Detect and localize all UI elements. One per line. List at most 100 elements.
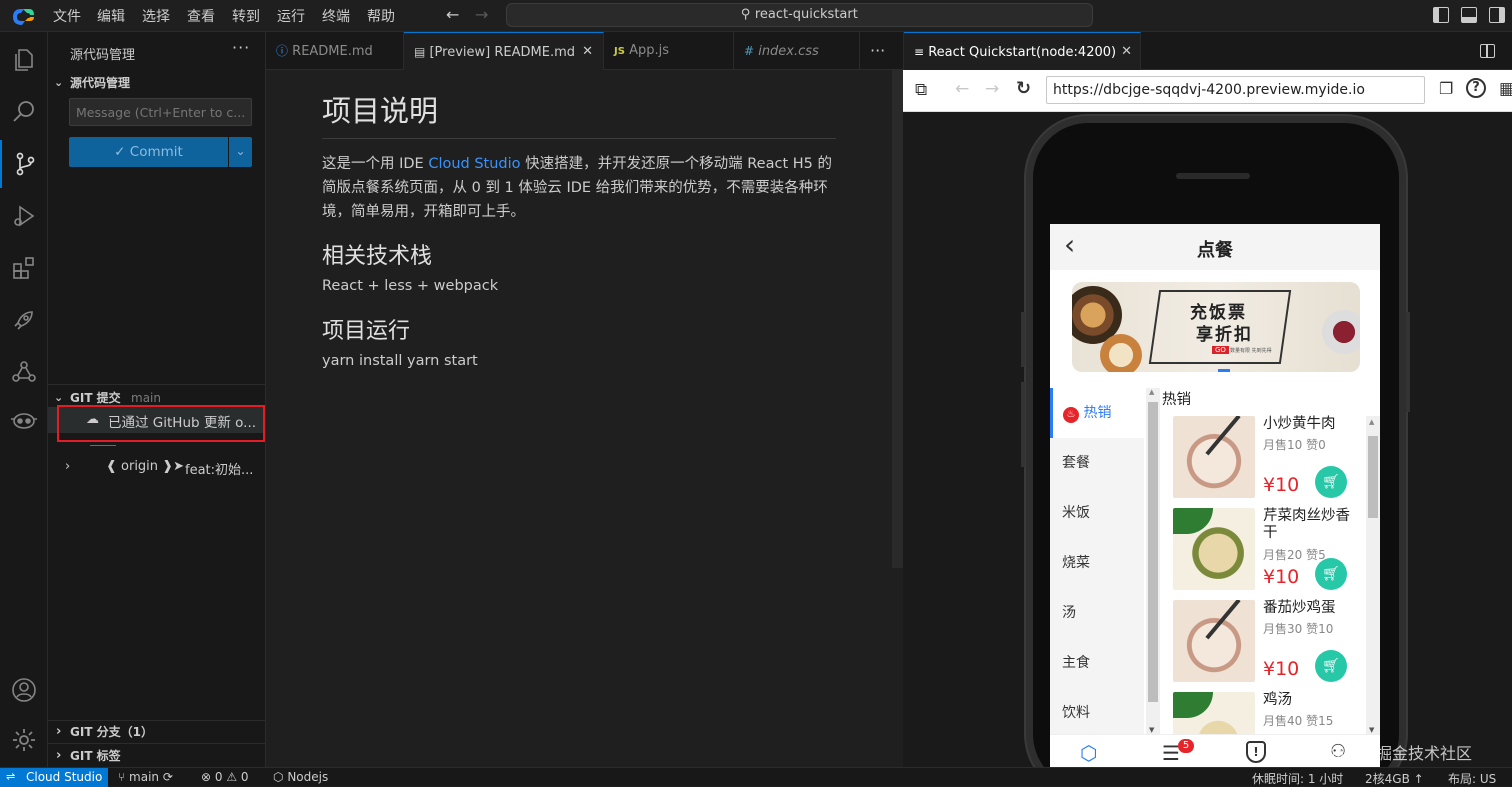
- extensions-icon[interactable]: [0, 244, 48, 292]
- more-tabs-icon[interactable]: ···: [870, 41, 885, 60]
- category-label: 饮料: [1062, 705, 1090, 721]
- account-icon[interactable]: [0, 666, 48, 714]
- tab-readme-preview[interactable]: ▤ [Preview] README.md ✕: [404, 32, 604, 71]
- promo-banner[interactable]: 充饭票 享折扣 GO 数量有限 先到先得: [1072, 282, 1360, 372]
- explorer-icon[interactable]: [0, 36, 48, 84]
- git-tags-section-header[interactable]: › GIT 标签: [48, 745, 266, 767]
- category-item[interactable]: 米饭: [1050, 488, 1144, 538]
- food-item[interactable]: 芹菜肉丝炒香干 月售20 赞5 ¥10 🛒︎: [1173, 508, 1373, 600]
- menu-go[interactable]: 转到: [232, 6, 260, 26]
- commit-button-label: ✓ Commit: [114, 144, 183, 160]
- git-branches-section-header[interactable]: › GIT 分支（1）: [48, 721, 266, 743]
- editor-scrollbar[interactable]: [892, 70, 903, 568]
- keyboard-layout[interactable]: 布局: US: [1448, 770, 1496, 787]
- tab-label: index.css: [758, 44, 819, 59]
- category-item[interactable]: 烧菜: [1050, 538, 1144, 588]
- category-item[interactable]: 汤: [1050, 588, 1144, 638]
- split-editor-icon[interactable]: [1480, 44, 1495, 58]
- copy-icon[interactable]: ❐: [1439, 79, 1453, 98]
- forward-arrow-icon[interactable]: →: [475, 5, 488, 24]
- problems-indicator[interactable]: ⊗ 0 ⚠ 0: [201, 770, 249, 784]
- food-item[interactable]: 小炒黄牛肉 月售10 赞0 ¥10 🛒︎: [1173, 416, 1373, 508]
- help-icon[interactable]: ?: [1466, 78, 1486, 98]
- info-icon: ⓘ: [276, 44, 289, 58]
- back-arrow-icon[interactable]: ←: [955, 79, 969, 99]
- commit-button[interactable]: ✓ Commit: [69, 137, 228, 167]
- branch-indicator[interactable]: ⑂ main ⟳: [118, 770, 173, 784]
- command-center-label: react-quickstart: [754, 7, 858, 22]
- add-to-cart-button[interactable]: 🛒︎: [1315, 558, 1347, 590]
- close-icon[interactable]: ✕: [582, 33, 593, 71]
- tab-readme[interactable]: ⓘ README.md: [266, 32, 404, 70]
- category-item-hot[interactable]: ♨ 热销: [1050, 388, 1144, 438]
- food-name: 鸡汤: [1263, 692, 1292, 708]
- menu-edit[interactable]: 编辑: [97, 6, 125, 26]
- reload-icon[interactable]: ↻: [1016, 78, 1031, 99]
- category-scrollbar[interactable]: ▲ ▼: [1146, 388, 1160, 734]
- food-sales: 月售40 赞15: [1263, 714, 1334, 728]
- cart-badge: 5: [1178, 739, 1194, 753]
- menu-view[interactable]: 查看: [187, 6, 215, 26]
- category-item[interactable]: 饮料: [1050, 688, 1144, 738]
- food-item[interactable]: 鸡汤 月售40 赞15: [1173, 692, 1373, 734]
- menu-terminal[interactable]: 终端: [322, 6, 350, 26]
- commit-dropdown-button[interactable]: ⌄: [229, 137, 252, 167]
- food-sales: 月售30 赞10: [1263, 622, 1334, 636]
- md-link-cloud-studio[interactable]: Cloud Studio: [428, 156, 520, 172]
- home-cube-icon[interactable]: ⬡: [1080, 741, 1097, 765]
- food-scrollbar[interactable]: ▲ ▼: [1366, 416, 1380, 734]
- toggle-secondary-sidebar-icon[interactable]: [1489, 7, 1505, 23]
- machine-spec[interactable]: 2核4GB ↑: [1365, 770, 1424, 787]
- commit-message-input[interactable]: [69, 98, 252, 126]
- menu-file[interactable]: 文件: [53, 6, 81, 26]
- back-arrow-icon[interactable]: ←: [446, 5, 459, 24]
- copilot-icon[interactable]: [0, 396, 48, 444]
- md-text: 这是一个用 IDE: [322, 156, 429, 172]
- banner-dot-indicator[interactable]: [1218, 369, 1230, 372]
- settings-gear-icon[interactable]: [0, 716, 48, 764]
- category-label: 米饭: [1062, 505, 1090, 521]
- remote-indicator[interactable]: ⇌ Cloud Studio: [0, 768, 108, 787]
- food-item[interactable]: 番茄炒鸡蛋 月售30 赞10 ¥10 🛒︎: [1173, 600, 1373, 692]
- more-actions-icon[interactable]: ···: [232, 38, 250, 57]
- category-item[interactable]: 套餐: [1050, 438, 1144, 488]
- run-debug-icon[interactable]: [0, 192, 48, 240]
- food-price: ¥10: [1263, 658, 1300, 680]
- url-input[interactable]: [1046, 76, 1425, 104]
- category-item[interactable]: 主食: [1050, 638, 1144, 688]
- qr-code-icon[interactable]: ▦: [1499, 79, 1512, 99]
- rocket-icon[interactable]: [0, 296, 48, 344]
- open-external-icon[interactable]: ⧉: [915, 80, 927, 100]
- hash-icon: #: [744, 44, 755, 58]
- origin-commit-item[interactable]: › ❰ origin ❱➤ feat:初始...: [48, 456, 266, 480]
- food-sales: 月售20 赞5: [1263, 548, 1326, 562]
- search-icon[interactable]: [0, 88, 48, 136]
- fire-icon: ♨: [1063, 407, 1079, 423]
- close-icon[interactable]: ✕: [1121, 33, 1132, 70]
- runtime-indicator[interactable]: ⬡ Nodejs: [273, 770, 328, 784]
- tab-react-quickstart[interactable]: ≡ React Quickstart(node:4200) ✕: [904, 32, 1141, 70]
- source-control-icon[interactable]: [0, 140, 48, 188]
- sidebar: 源代码管理 ··· ⌄ 源代码管理 ✓ Commit ⌄ ⌄ GIT 提交 ma…: [48, 32, 266, 767]
- scm-section-header[interactable]: ⌄ 源代码管理: [48, 72, 266, 94]
- share-network-icon[interactable]: [0, 348, 48, 396]
- toggle-sidebar-icon[interactable]: [1433, 7, 1449, 23]
- command-center[interactable]: ⚲ react-quickstart: [506, 3, 1093, 27]
- category-label: 主食: [1062, 655, 1090, 671]
- add-to-cart-button[interactable]: 🛒︎: [1315, 650, 1347, 682]
- menu-selection[interactable]: 选择: [142, 6, 170, 26]
- add-to-cart-button[interactable]: 🛒︎: [1315, 466, 1347, 498]
- alert-shield-icon[interactable]: !: [1246, 741, 1266, 763]
- tab-app-js[interactable]: JS App.js: [604, 32, 734, 70]
- md-heading-1: 项目说明: [322, 88, 836, 139]
- category-list: ♨ 热销 套餐 米饭 烧菜 汤 主食 饮料: [1050, 388, 1144, 767]
- banner-food-left2: [1100, 334, 1142, 372]
- banner-tag: GO: [1212, 346, 1229, 354]
- toggle-panel-icon[interactable]: [1461, 7, 1477, 23]
- menu-run[interactable]: 运行: [277, 6, 305, 26]
- preview-icon: ≡: [914, 45, 925, 59]
- idle-time[interactable]: 休眠时间: 1 小时: [1252, 770, 1343, 787]
- forward-arrow-icon[interactable]: →: [985, 79, 999, 99]
- tab-index-css[interactable]: # index.css: [734, 32, 860, 70]
- menu-help[interactable]: 帮助: [367, 6, 395, 26]
